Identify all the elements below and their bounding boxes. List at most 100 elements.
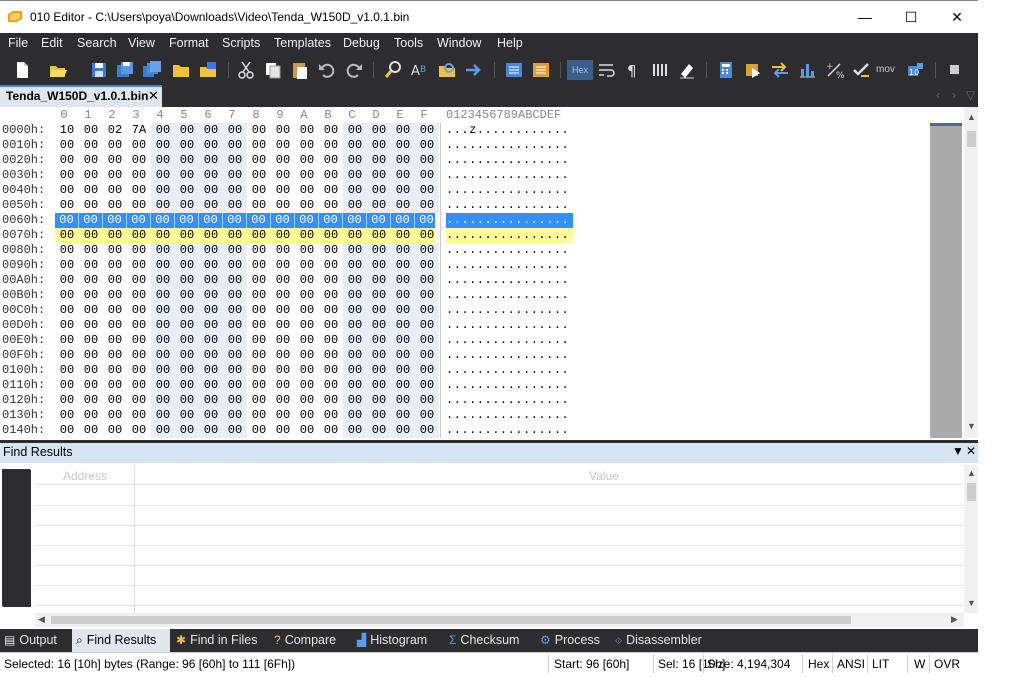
hex-byte[interactable]: 00	[199, 363, 223, 378]
hex-byte[interactable]: 00	[247, 393, 271, 408]
hex-byte[interactable]: 00	[103, 363, 127, 378]
hex-byte[interactable]: 00	[151, 423, 175, 438]
menu-help[interactable]: Help	[497, 36, 523, 50]
hex-byte[interactable]: 00	[247, 153, 271, 168]
hex-byte[interactable]: 00	[199, 333, 223, 348]
hex-byte[interactable]: 00	[79, 393, 103, 408]
columns-icon[interactable]	[650, 60, 670, 80]
disassembler-icon[interactable]: 10	[905, 60, 925, 80]
hex-byte[interactable]: 00	[79, 303, 103, 318]
row-ascii[interactable]: ................	[446, 423, 573, 438]
hex-byte[interactable]: 00	[223, 393, 247, 408]
hex-byte[interactable]: 00	[103, 378, 127, 393]
row-ascii[interactable]: ................	[446, 378, 573, 393]
hex-byte[interactable]: 00	[271, 348, 295, 363]
hex-byte[interactable]: 00	[151, 333, 175, 348]
row-ascii[interactable]: ................	[446, 273, 573, 288]
hex-byte[interactable]: 00	[103, 153, 127, 168]
hex-byte[interactable]: 00	[199, 273, 223, 288]
hex-byte[interactable]: 00	[295, 243, 319, 258]
hex-byte[interactable]: 00	[343, 213, 367, 228]
hex-byte[interactable]: 00	[391, 258, 415, 273]
hex-byte[interactable]: 00	[199, 378, 223, 393]
row-ascii[interactable]: ................	[446, 183, 573, 198]
hex-byte[interactable]: 00	[79, 423, 103, 438]
hex-byte[interactable]: 00	[343, 273, 367, 288]
show-whitespace-icon[interactable]: ¶	[623, 60, 643, 80]
hex-byte[interactable]: 02	[103, 123, 127, 138]
hex-byte[interactable]: 00	[367, 228, 391, 243]
hex-byte[interactable]: 00	[295, 228, 319, 243]
hex-byte[interactable]: 00	[367, 273, 391, 288]
hex-byte[interactable]: 00	[271, 423, 295, 438]
hex-byte[interactable]: 00	[199, 423, 223, 438]
hex-byte[interactable]: 00	[127, 288, 151, 303]
hex-byte[interactable]: 00	[271, 183, 295, 198]
hex-byte[interactable]: 00	[367, 198, 391, 213]
hex-byte[interactable]: 00	[295, 273, 319, 288]
hex-byte[interactable]: 00	[127, 168, 151, 183]
menu-file[interactable]: File	[8, 36, 28, 50]
row-ascii[interactable]: ................	[446, 363, 573, 378]
hex-byte[interactable]: 00	[319, 288, 343, 303]
hex-byte[interactable]: 00	[223, 348, 247, 363]
hex-byte[interactable]: 00	[295, 138, 319, 153]
hex-byte[interactable]: 00	[199, 393, 223, 408]
hex-byte[interactable]: 00	[343, 168, 367, 183]
hex-byte[interactable]: 00	[79, 138, 103, 153]
column-header-address[interactable]: Address	[63, 469, 107, 483]
panel-menu-icon[interactable]: ▼	[952, 444, 964, 458]
hex-byte[interactable]: 00	[151, 243, 175, 258]
highlight-icon[interactable]	[677, 60, 697, 80]
hex-byte[interactable]: 00	[199, 153, 223, 168]
hex-byte[interactable]: 00	[391, 243, 415, 258]
menu-debug[interactable]: Debug	[343, 36, 380, 50]
hex-byte[interactable]: 00	[391, 288, 415, 303]
hex-byte[interactable]: 00	[151, 363, 175, 378]
hex-row[interactable]: 0140h: 00 00 00 00 00 00 00 00 00 00 00 00 00 00 00 00..…	[0, 423, 580, 438]
hex-byte[interactable]: 00	[271, 378, 295, 393]
hex-byte[interactable]: 00	[151, 258, 175, 273]
hex-byte[interactable]: 00	[367, 333, 391, 348]
hex-byte[interactable]: 00	[55, 318, 79, 333]
hex-byte[interactable]: 00	[55, 333, 79, 348]
hex-byte[interactable]: 00	[271, 363, 295, 378]
hex-row[interactable]: 0040h: 00 00 00 00 00 00 00 00 00 00 00 00 00 00 00 00..…	[0, 183, 580, 198]
hex-byte[interactable]: 00	[55, 243, 79, 258]
hex-byte[interactable]: 00	[175, 198, 199, 213]
hex-byte[interactable]: 00	[415, 183, 439, 198]
row-ascii[interactable]: ................	[446, 198, 573, 213]
hex-byte[interactable]: 00	[415, 363, 439, 378]
row-ascii[interactable]: ................	[446, 303, 573, 318]
hex-byte[interactable]: 00	[343, 258, 367, 273]
hex-byte[interactable]: 00	[223, 153, 247, 168]
scroll-thumb[interactable]	[967, 131, 976, 147]
row-ascii[interactable]: ................	[446, 138, 573, 153]
hex-byte[interactable]: 00	[103, 303, 127, 318]
scroll-down-icon[interactable]: ▼	[967, 421, 976, 431]
tab-disassembler[interactable]: ⟐ Disassembler	[611, 629, 715, 652]
scroll-left-icon[interactable]: ◀	[38, 614, 45, 625]
hex-byte[interactable]: 00	[55, 363, 79, 378]
hex-byte[interactable]: 00	[247, 318, 271, 333]
hex-byte[interactable]: 00	[127, 153, 151, 168]
hex-row[interactable]: 0130h: 00 00 00 00 00 00 00 00 00 00 00 00 00 00 00 00..…	[0, 408, 580, 423]
tab-output[interactable]: ▤ Output	[0, 629, 70, 652]
hex-byte[interactable]: 00	[223, 183, 247, 198]
hex-byte[interactable]: 00	[199, 288, 223, 303]
hex-vertical-scrollbar[interactable]: ▲ ▼	[964, 107, 978, 438]
menu-edit[interactable]: Edit	[41, 36, 63, 50]
hex-byte[interactable]: 00	[247, 258, 271, 273]
hex-byte[interactable]: 00	[271, 408, 295, 423]
save-all-icon[interactable]	[142, 60, 162, 80]
hex-byte[interactable]: 00	[391, 273, 415, 288]
cut-icon[interactable]	[236, 60, 256, 80]
hex-byte[interactable]: 00	[103, 318, 127, 333]
row-ascii[interactable]: ................	[446, 393, 573, 408]
hex-byte[interactable]: 00	[391, 378, 415, 393]
hex-byte[interactable]: 00	[127, 138, 151, 153]
hex-byte[interactable]: 00	[79, 273, 103, 288]
tab-process[interactable]: ⚙ Process	[536, 629, 610, 652]
hex-byte[interactable]: 00	[343, 423, 367, 438]
hex-byte[interactable]: 00	[271, 333, 295, 348]
